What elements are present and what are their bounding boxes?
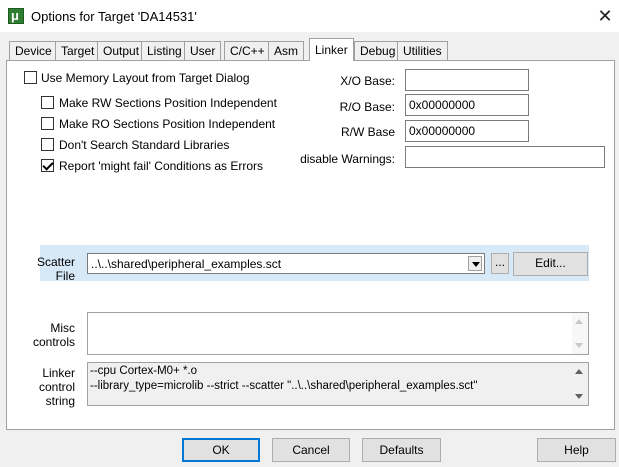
make-rw-label: Make RW Sections Position Independent: [59, 96, 277, 110]
scatter-file-value: ..\..\shared\peripheral_examples.sct: [91, 257, 282, 271]
misc-scrollbar[interactable]: [572, 313, 588, 354]
linker-string-scrollbar[interactable]: [572, 363, 588, 405]
browse-scatter-button[interactable]: ...: [491, 253, 509, 274]
ok-button[interactable]: OK: [182, 438, 260, 462]
dont-search-libraries-label: Don't Search Standard Libraries: [59, 138, 230, 152]
rw-base-label: R/W Base: [340, 125, 395, 139]
linker-string-line-2: --library_type=microlib --strict --scatt…: [90, 380, 478, 392]
disable-warnings-label: disable Warnings:: [300, 152, 395, 166]
xo-base-input[interactable]: [405, 69, 529, 91]
linker-control-string-label: Linker control string: [38, 366, 75, 408]
chevron-down-icon[interactable]: [468, 256, 482, 271]
report-might-fail-label: Report 'might fail' Conditions as Errors: [59, 159, 263, 173]
disable-warnings-input[interactable]: [405, 146, 605, 168]
make-ro-checkbox[interactable]: [41, 117, 54, 130]
scatter-file-label: Scatter File: [36, 255, 75, 283]
misc-controls-label: Misc controls: [32, 321, 75, 349]
report-might-fail-checkbox[interactable]: [41, 159, 54, 172]
tab-asm[interactable]: Asm: [268, 41, 304, 60]
make-ro-label: Make RO Sections Position Independent: [59, 117, 276, 131]
close-icon[interactable]: ✕: [595, 6, 615, 26]
make-rw-checkbox[interactable]: [41, 96, 54, 109]
scroll-up-icon[interactable]: [575, 369, 583, 374]
tab-device[interactable]: Device: [9, 41, 58, 60]
tab-target[interactable]: Target: [55, 41, 101, 60]
tab-utilities[interactable]: Utilities: [397, 41, 448, 60]
tab-c-cpp[interactable]: C/C++: [224, 41, 271, 60]
tab-output[interactable]: Output: [97, 41, 146, 60]
uvision-app-icon: μ: [8, 8, 24, 24]
misc-controls-textarea[interactable]: [87, 312, 589, 355]
ro-base-label: R/O Base:: [339, 100, 395, 114]
rw-base-input[interactable]: 0x00000000: [405, 120, 529, 142]
ro-base-input[interactable]: 0x00000000: [405, 94, 529, 116]
use-memory-layout-label: Use Memory Layout from Target Dialog: [41, 71, 250, 85]
help-button[interactable]: Help: [537, 438, 616, 462]
tab-user[interactable]: User: [184, 41, 222, 60]
scroll-up-icon[interactable]: [575, 319, 583, 324]
use-memory-layout-checkbox[interactable]: [24, 71, 37, 84]
defaults-button[interactable]: Defaults: [362, 438, 441, 462]
dont-search-libraries-checkbox[interactable]: [41, 138, 54, 151]
linker-string-line-1: --cpu Cortex-M0+ *.o: [90, 365, 198, 377]
xo-base-label: X/O Base:: [340, 74, 395, 88]
edit-scatter-button[interactable]: Edit...: [513, 252, 588, 276]
linker-control-string-textarea[interactable]: --cpu Cortex-M0+ *.o --library_type=micr…: [87, 362, 589, 406]
window-title: Options for Target 'DA14531': [31, 9, 197, 24]
cancel-button[interactable]: Cancel: [272, 438, 350, 462]
tab-listing[interactable]: Listing: [141, 41, 188, 60]
scroll-down-icon[interactable]: [575, 394, 583, 399]
tab-debug[interactable]: Debug: [354, 41, 402, 60]
tab-linker[interactable]: Linker: [309, 38, 354, 61]
scroll-down-icon[interactable]: [575, 343, 583, 348]
scatter-file-combobox[interactable]: ..\..\shared\peripheral_examples.sct: [87, 253, 485, 274]
